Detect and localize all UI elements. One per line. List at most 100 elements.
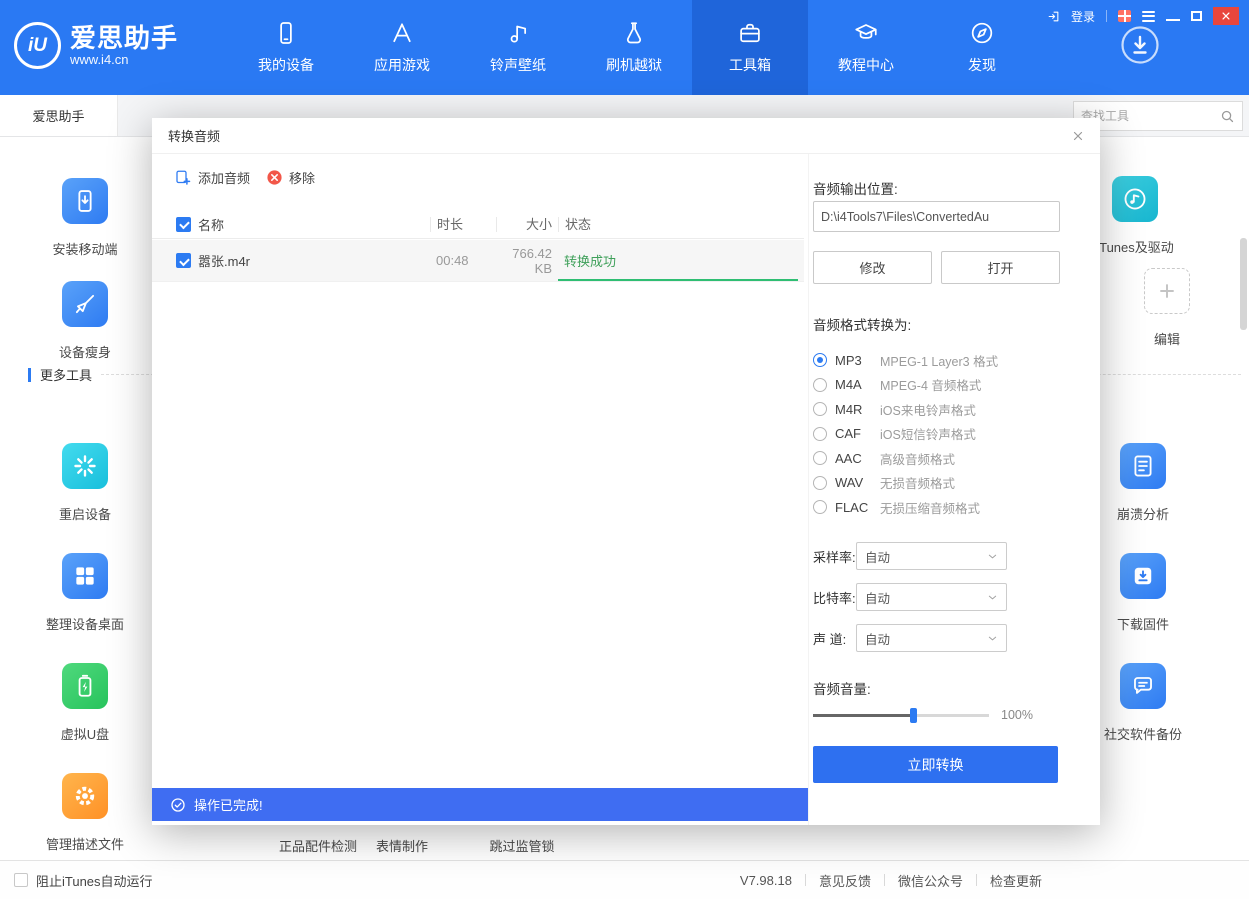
nav-my-devices[interactable]: 我的设备 (228, 0, 344, 95)
add-audio-label: 添加音频 (198, 168, 250, 187)
logo-url: www.i4.cn (70, 52, 178, 67)
channel-label: 声 道: (813, 629, 846, 648)
tool-edit[interactable]: 编辑 (1107, 268, 1227, 348)
sample-rate-select[interactable]: 自动 (856, 542, 1007, 570)
select-value: 自动 (865, 588, 890, 607)
row-checkbox[interactable] (176, 253, 191, 268)
volume-slider-thumb[interactable] (910, 708, 917, 723)
audio-file-row[interactable]: 嚣张.m4r 00:48 766.42 KB 转换成功 (152, 240, 804, 282)
scrollbar-thumb[interactable] (1240, 238, 1247, 330)
format-code: WAV (835, 475, 872, 490)
volume-slider-track[interactable] (813, 714, 989, 717)
radio-icon[interactable] (813, 378, 827, 392)
download-manager-button[interactable] (1119, 24, 1161, 71)
file-name: 嚣张.m4r (198, 251, 430, 270)
block-itunes-checkbox[interactable] (14, 873, 28, 887)
radio-icon[interactable] (813, 402, 827, 416)
format-option-aac[interactable]: AAC 高级音频格式 (813, 451, 998, 465)
add-audio-button[interactable]: 添加音频 (174, 168, 250, 187)
footer-right: V7.98.18 意见反馈 微信公众号 检查更新 (740, 861, 1042, 899)
battery-bolt-icon (62, 663, 108, 709)
tool-social-backup[interactable]: 社交软件备份 (1083, 663, 1203, 743)
radio-selected-icon[interactable] (813, 353, 827, 367)
search-icon[interactable] (1220, 109, 1235, 124)
menu-icon[interactable] (1142, 11, 1155, 22)
tool-emoji-maker[interactable]: 表情制作 (342, 836, 462, 855)
tool-label: 社交软件备份 (1104, 724, 1182, 743)
nav-ringtones-wallpapers[interactable]: 铃声壁纸 (460, 0, 576, 95)
sample-rate-row: 采样率: 自动 (813, 542, 1060, 570)
radio-icon[interactable] (813, 427, 827, 441)
select-all-checkbox[interactable] (176, 217, 191, 232)
tool-label: 重启设备 (59, 504, 111, 523)
minimize-button[interactable] (1166, 19, 1180, 21)
format-code: AAC (835, 451, 872, 466)
nav-discover[interactable]: 发现 (924, 0, 1040, 95)
convert-now-button[interactable]: 立即转换 (813, 746, 1058, 783)
open-button[interactable]: 打开 (941, 251, 1060, 284)
block-itunes-label: 阻止iTunes自动运行 (36, 871, 153, 890)
close-button[interactable] (1213, 7, 1239, 25)
chevron-down-icon (987, 592, 998, 603)
tool-download-firmware[interactable]: 下载固件 (1083, 553, 1203, 633)
column-size[interactable]: 大小 (496, 217, 558, 232)
format-option-m4r[interactable]: M4R iOS来电铃声格式 (813, 402, 998, 416)
radio-icon[interactable] (813, 451, 827, 465)
version-text: V7.98.18 (740, 873, 792, 888)
wechat-link[interactable]: 微信公众号 (898, 871, 963, 890)
channel-select[interactable]: 自动 (856, 624, 1007, 652)
remove-audio-button[interactable]: 移除 (266, 168, 315, 187)
tool-crash-analysis[interactable]: 崩溃分析 (1083, 443, 1203, 523)
volume-label: 音频音量: (813, 678, 871, 698)
tool-device-slim[interactable]: 设备瘦身 (25, 281, 145, 361)
dialog-status-bar: 操作已完成! (152, 788, 808, 821)
logo-icon: iU (14, 22, 61, 69)
nav-flash-jailbreak[interactable]: 刷机越狱 (576, 0, 692, 95)
tool-restart-device[interactable]: 重启设备 (25, 443, 145, 523)
column-status[interactable]: 状态 (558, 217, 804, 232)
format-option-m4a[interactable]: M4A MPEG-4 音频格式 (813, 378, 998, 392)
radio-icon[interactable] (813, 476, 827, 490)
format-desc: iOS来电铃声格式 (880, 400, 976, 419)
radio-icon[interactable] (813, 500, 827, 514)
tool-label: 管理描述文件 (46, 834, 124, 853)
file-size: 766.42 KB (496, 246, 558, 276)
dialog-close-icon[interactable] (1072, 130, 1084, 142)
gift-icon[interactable] (1118, 10, 1131, 22)
section-accent-bar (28, 368, 31, 382)
maximize-button[interactable] (1191, 11, 1202, 21)
convert-audio-dialog: 转换音频 添加音频 移除 名称 时长 (152, 118, 1100, 825)
nav-toolbox[interactable]: 工具箱 (692, 0, 808, 95)
dialog-titlebar: 转换音频 (152, 118, 1100, 154)
search-input[interactable] (1081, 109, 1220, 123)
column-duration[interactable]: 时长 (430, 217, 496, 232)
tab-aisi-assistant[interactable]: 爱思助手 (0, 95, 118, 136)
dialog-body: 添加音频 移除 名称 时长 大小 状态 嚣张.m4r (152, 154, 1100, 825)
tool-virtual-usb[interactable]: 虚拟U盘 (25, 663, 145, 743)
format-option-mp3[interactable]: MP3 MPEG-1 Layer3 格式 (813, 353, 998, 367)
grid-icon (62, 553, 108, 599)
check-update-link[interactable]: 检查更新 (990, 871, 1042, 890)
nav-apps-games[interactable]: 应用游戏 (344, 0, 460, 95)
format-option-wav[interactable]: WAV 无损音频格式 (813, 476, 998, 490)
format-option-flac[interactable]: FLAC 无损压缩音频格式 (813, 500, 998, 514)
tool-install-mobile[interactable]: 安装移动端 (25, 178, 145, 258)
tool-skip-mdm-lock[interactable]: 跳过监管锁 (462, 836, 582, 855)
feedback-link[interactable]: 意见反馈 (819, 871, 871, 890)
output-location-label: 音频输出位置: (813, 178, 898, 198)
modify-button[interactable]: 修改 (813, 251, 932, 284)
output-path-input[interactable] (813, 201, 1060, 232)
format-desc: iOS短信铃声格式 (880, 424, 976, 443)
tool-label: 安装移动端 (52, 239, 117, 258)
app-logo[interactable]: iU 爱思助手 www.i4.cn (14, 22, 178, 69)
bitrate-select[interactable]: 自动 (856, 583, 1007, 611)
login-link[interactable]: 登录 (1071, 8, 1095, 25)
gear-icon (62, 773, 108, 819)
nav-tutorials[interactable]: 教程中心 (808, 0, 924, 95)
format-option-caf[interactable]: CAF iOS短信铃声格式 (813, 427, 998, 441)
column-name[interactable]: 名称 (198, 215, 430, 234)
divider (805, 874, 806, 886)
tool-organize-desktop[interactable]: 整理设备桌面 (25, 553, 145, 633)
tool-manage-profiles[interactable]: 管理描述文件 (25, 773, 145, 853)
window-controls: 登录 (1047, 7, 1239, 25)
